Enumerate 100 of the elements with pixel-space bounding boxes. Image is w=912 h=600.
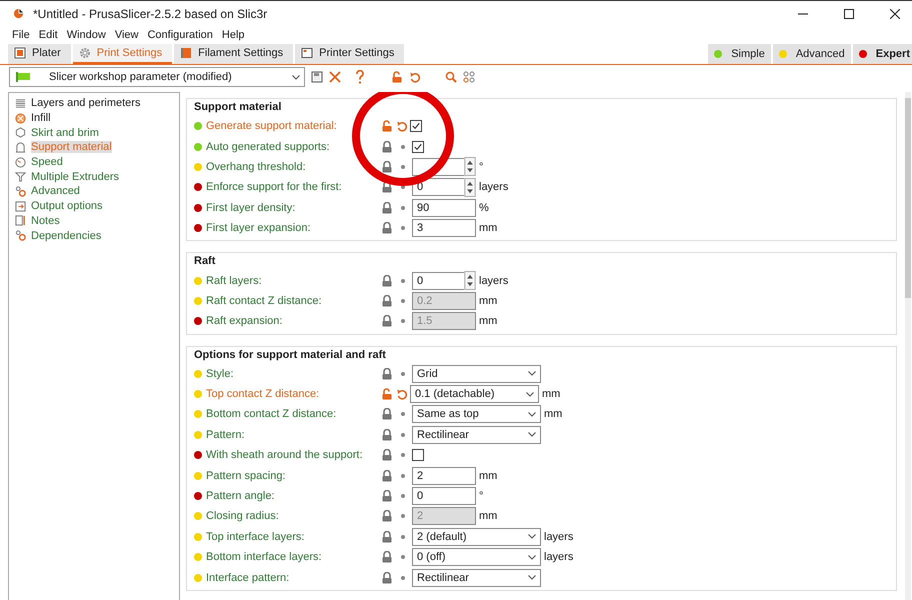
setting-label: Bottom contact Z distance: [206,408,338,420]
spin-arrows-icon[interactable] [464,271,476,290]
bullet-icon [401,226,405,230]
sidebar-item[interactable]: Multiple Extruders [9,169,120,184]
lock-icon[interactable] [381,572,393,584]
dropdown[interactable]: Grid [412,364,541,383]
menu-item[interactable]: Edit [38,29,58,41]
sidebar-item[interactable]: Output options [9,198,103,214]
hexagon-icon [15,127,26,138]
sidebar-item[interactable]: Dependencies [9,228,102,243]
chevron-down-icon [526,392,534,397]
unit-label: mm [479,315,498,328]
text-field[interactable]: 90 [412,198,476,217]
sidebar-item[interactable]: Notes [9,214,60,228]
group-title: Options for support material and raft [194,348,387,363]
sidebar-item[interactable]: Speed [9,154,63,170]
menu-item[interactable]: Help [222,29,245,41]
bullet-icon [401,412,405,416]
menu-item[interactable]: File [12,29,30,41]
spin-field[interactable]: 0 [412,272,464,290]
lock-icon[interactable] [381,449,393,462]
sidebar-item[interactable]: Layers and perimeters [9,96,140,111]
chevron-down-icon [292,74,300,80]
text-field[interactable]: 3 [412,219,476,238]
lock-icon[interactable] [381,222,393,234]
mode-button[interactable]: Advanced [772,44,851,64]
chevron-down-icon [528,371,536,376]
dropdown[interactable]: 0 (off) [412,548,541,566]
setting-label: Top contact Z distance: [206,388,320,400]
mode-button[interactable]: Simple [708,44,771,64]
bullet-icon [401,474,405,478]
flag-icon [16,72,30,82]
bullet-icon [401,453,405,458]
delete-icon[interactable] [329,71,341,83]
unit-label: layers [479,181,508,194]
lock-icon[interactable] [381,140,393,153]
lock-icon[interactable] [381,315,393,328]
lock-icon[interactable] [381,160,393,173]
lock-icon[interactable] [381,368,393,380]
lock-icon[interactable] [381,510,393,522]
tab[interactable]: Filament Settings [174,44,294,64]
lock-icon[interactable] [381,274,393,287]
chevron-down-icon [528,432,536,438]
lock-icon[interactable] [381,408,393,420]
unlocked-lock-icon[interactable] [381,120,393,132]
close-icon[interactable] [890,8,900,18]
export-icon [15,200,26,212]
sidebar-item[interactable]: Skirt and brim [9,125,99,140]
bullet-icon [401,576,405,580]
dropdown[interactable]: 2 (default) [412,528,541,546]
checkbox[interactable] [412,449,424,462]
mode-button[interactable]: Expert [852,44,912,64]
unit-label: ° [479,490,484,502]
menu-item[interactable]: View [114,29,138,41]
unit-label: mm [479,470,498,482]
chevron-down-icon [528,534,536,540]
unlocked-lock-icon[interactable] [381,388,393,400]
gear-icon [78,47,91,59]
lock-icon[interactable] [381,181,393,194]
undo-arrow-icon[interactable] [396,388,408,400]
dropdown[interactable]: Rectilinear [412,426,541,444]
lock-icon[interactable] [381,202,393,214]
unit-label: mm [544,408,562,420]
lock-icon[interactable] [381,551,393,564]
chevron-down-icon [528,554,536,560]
bullet-icon [401,206,405,210]
text-field[interactable]: 0 [412,487,476,506]
lock-icon[interactable] [381,530,393,543]
setting-label: Interface pattern: [206,572,290,584]
tab[interactable]: Plater [8,44,71,64]
lock-icon[interactable] [381,490,393,502]
sidebar-item[interactable]: Infill [9,110,51,126]
bullet-icon [401,298,405,303]
spin-arrows-icon[interactable] [464,157,476,176]
setting-label: Auto generated supports: [206,140,331,153]
lock-icon[interactable] [381,294,393,307]
preset-dropdown[interactable]: Slicer workshop parameter (modified) [9,67,305,87]
menu-item[interactable]: Configuration [147,29,213,41]
dropdown[interactable]: Same as top [412,405,541,424]
bullet-icon [401,164,405,169]
infill-icon [15,112,26,124]
sidebar-item[interactable]: Advanced [9,184,80,199]
menu-item[interactable]: Window [66,29,106,41]
checkbox[interactable] [410,120,422,132]
tab[interactable]: Printer Settings [295,44,404,64]
save-icon[interactable] [311,71,323,83]
dropdown[interactable]: Rectilinear [412,568,541,587]
undo-arrow-icon[interactable] [409,71,421,83]
lock-icon[interactable] [381,470,393,482]
text-field[interactable]: 2 [412,466,476,485]
maximize-icon[interactable] [844,8,854,18]
checkbox[interactable] [412,140,424,153]
dropdown[interactable]: 0.1 (detachable) [410,385,539,404]
help-icon[interactable] [355,70,365,84]
search-icon[interactable] [445,71,457,83]
unlocked-lock-icon[interactable] [391,71,403,83]
spin-arrows-icon[interactable] [464,178,476,197]
lock-icon[interactable] [381,428,393,441]
group-title: Support material [194,101,282,115]
setting-label: Raft contact Z distance: [206,294,323,307]
